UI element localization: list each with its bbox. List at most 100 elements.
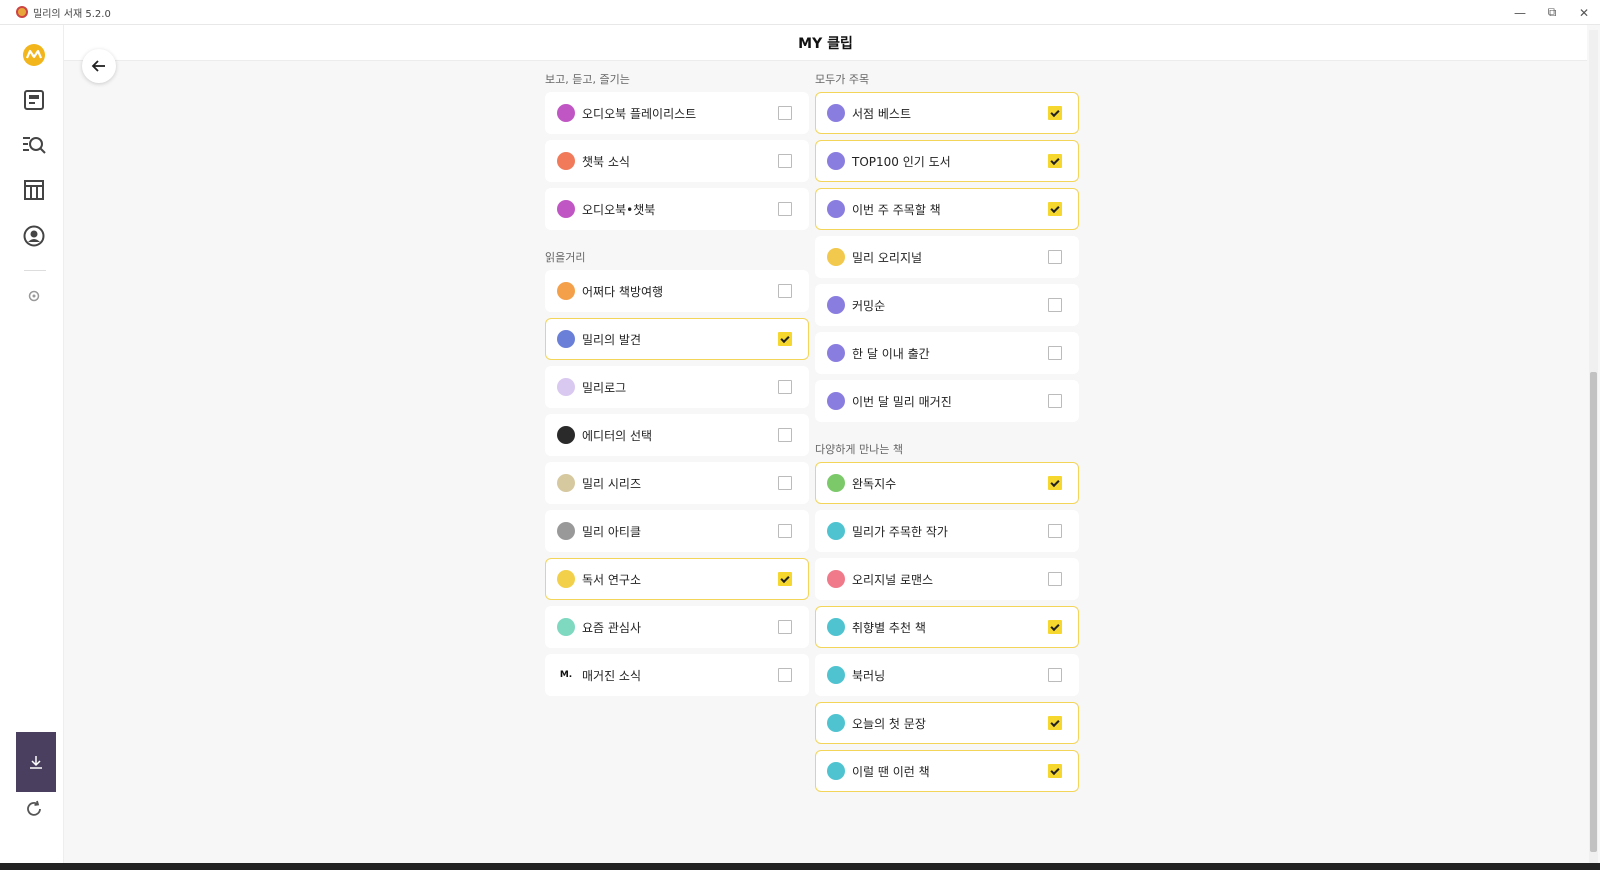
scrollbar[interactable] [1589, 30, 1598, 863]
clip-checkbox[interactable] [778, 476, 792, 490]
clip-checkbox[interactable] [778, 332, 792, 346]
clip-checkbox[interactable] [1048, 716, 1062, 730]
minimize-button[interactable]: — [1504, 0, 1536, 25]
headphones-icon [557, 200, 575, 218]
clip-item[interactable]: 요즘 관심사 [545, 606, 809, 648]
clip-item-label: 커밍순 [852, 298, 886, 313]
book-icon [827, 152, 845, 170]
clip-checkbox[interactable] [778, 284, 792, 298]
clip-checkbox[interactable] [1048, 346, 1062, 360]
clip-item[interactable]: 밀리의 발견 [545, 318, 809, 360]
profile-icon[interactable] [22, 224, 46, 248]
clip-item-label: 매거진 소식 [582, 668, 642, 683]
bookshelf-icon[interactable] [22, 178, 46, 202]
magazine-icon: M. [557, 666, 575, 684]
book-icon [827, 666, 845, 684]
clip-item[interactable]: 어쩌다 책방여행 [545, 270, 809, 312]
clip-item[interactable]: 한 달 이내 출간 [815, 332, 1079, 374]
clip-checkbox[interactable] [1048, 106, 1062, 120]
checkmark-icon [780, 333, 790, 343]
clip-item-label: 밀리로그 [582, 380, 627, 395]
clip-item[interactable]: 이번 달 밀리 매거진 [815, 380, 1079, 422]
checkmark-icon [1050, 203, 1060, 213]
settings-icon[interactable] [22, 284, 46, 308]
clip-item-label: 오디오북 플레이리스트 [582, 106, 697, 121]
clip-item-label: 밀리 시리즈 [582, 476, 642, 491]
checkmark-icon [1050, 765, 1060, 775]
download-thumbnail[interactable] [16, 732, 56, 792]
clip-checkbox[interactable] [1048, 202, 1062, 216]
clip-item[interactable]: 오디오북 플레이리스트 [545, 92, 809, 134]
clip-item[interactable]: 밀리가 주목한 작가 [815, 510, 1079, 552]
clip-item-label: 밀리의 발견 [582, 332, 642, 347]
clip-checkbox[interactable] [778, 620, 792, 634]
clip-checkbox[interactable] [1048, 476, 1062, 490]
refresh-icon[interactable] [22, 797, 46, 821]
clip-checkbox[interactable] [1048, 524, 1062, 538]
clip-checkbox[interactable] [778, 668, 792, 682]
clip-checkbox[interactable] [1048, 298, 1062, 312]
checkmark-icon [1050, 621, 1060, 631]
clip-item[interactable]: 북러닝 [815, 654, 1079, 696]
restore-button[interactable]: ⧉ [1536, 0, 1568, 25]
checkmark-icon [1050, 717, 1060, 727]
clip-item[interactable]: 에디터의 선택 [545, 414, 809, 456]
back-button[interactable] [82, 49, 116, 83]
clip-checkbox[interactable] [1048, 250, 1062, 264]
clip-item[interactable]: 서점 베스트 [815, 92, 1079, 134]
clip-checkbox[interactable] [778, 524, 792, 538]
chat-icon [557, 152, 575, 170]
clip-item-label: 이럴 땐 이런 책 [852, 764, 930, 779]
clip-item-label: 밀리가 주목한 작가 [852, 524, 948, 539]
taskbar [0, 863, 1600, 870]
app-logo-icon [16, 6, 28, 18]
clip-checkbox[interactable] [1048, 668, 1062, 682]
millie-logo-icon[interactable] [22, 43, 46, 67]
clip-item[interactable]: M. 매거진 소식 [545, 654, 809, 696]
bookstore-icon [557, 282, 575, 300]
clip-item-label: 오디오북•챗북 [582, 202, 656, 217]
clip-checkbox[interactable] [778, 428, 792, 442]
clip-checkbox[interactable] [1048, 764, 1062, 778]
clip-item[interactable]: 오디오북•챗북 [545, 188, 809, 230]
clip-item[interactable]: 취향별 추천 책 [815, 606, 1079, 648]
clip-item-label: 한 달 이내 출간 [852, 346, 930, 361]
clip-item[interactable]: 독서 연구소 [545, 558, 809, 600]
clip-item[interactable]: 완독지수 [815, 462, 1079, 504]
clip-item[interactable]: 커밍순 [815, 284, 1079, 326]
discovery-icon [557, 330, 575, 348]
clip-item[interactable]: 이번 주 주목할 책 [815, 188, 1079, 230]
clip-checkbox[interactable] [778, 380, 792, 394]
clip-checkbox[interactable] [1048, 572, 1062, 586]
clip-item[interactable]: 밀리 시리즈 [545, 462, 809, 504]
clip-checkbox[interactable] [778, 154, 792, 168]
clip-item[interactable]: 챗북 소식 [545, 140, 809, 182]
clip-item[interactable]: TOP100 인기 도서 [815, 140, 1079, 182]
book-icon [827, 200, 845, 218]
clip-item-label: 취향별 추천 책 [852, 620, 926, 635]
clip-item[interactable]: 이럴 땐 이런 책 [815, 750, 1079, 792]
clip-checkbox[interactable] [778, 572, 792, 586]
clip-item[interactable]: 오리지널 로맨스 [815, 558, 1079, 600]
clip-item[interactable]: 오늘의 첫 문장 [815, 702, 1079, 744]
clip-item[interactable]: 밀리 아티클 [545, 510, 809, 552]
clip-checkbox[interactable] [778, 106, 792, 120]
clip-item[interactable]: 밀리 오리지널 [815, 236, 1079, 278]
clip-checkbox[interactable] [1048, 154, 1062, 168]
arrow-left-icon [91, 60, 105, 72]
clip-checkbox[interactable] [1048, 620, 1062, 634]
section-title: 모두가 주목 [815, 73, 870, 86]
close-button[interactable]: ✕ [1568, 0, 1600, 25]
clip-item-label: TOP100 인기 도서 [852, 154, 951, 169]
library-icon[interactable] [22, 88, 46, 112]
clip-item[interactable]: 밀리로그 [545, 366, 809, 408]
researcher-icon [557, 570, 575, 588]
checkmark-icon [780, 573, 790, 583]
clip-item-label: 챗북 소식 [582, 154, 630, 169]
clip-checkbox[interactable] [1048, 394, 1062, 408]
book-icon [827, 570, 845, 588]
search-icon[interactable] [22, 133, 46, 157]
clip-item-label: 오늘의 첫 문장 [852, 716, 926, 731]
clip-checkbox[interactable] [778, 202, 792, 216]
scrollbar-thumb[interactable] [1590, 372, 1597, 852]
